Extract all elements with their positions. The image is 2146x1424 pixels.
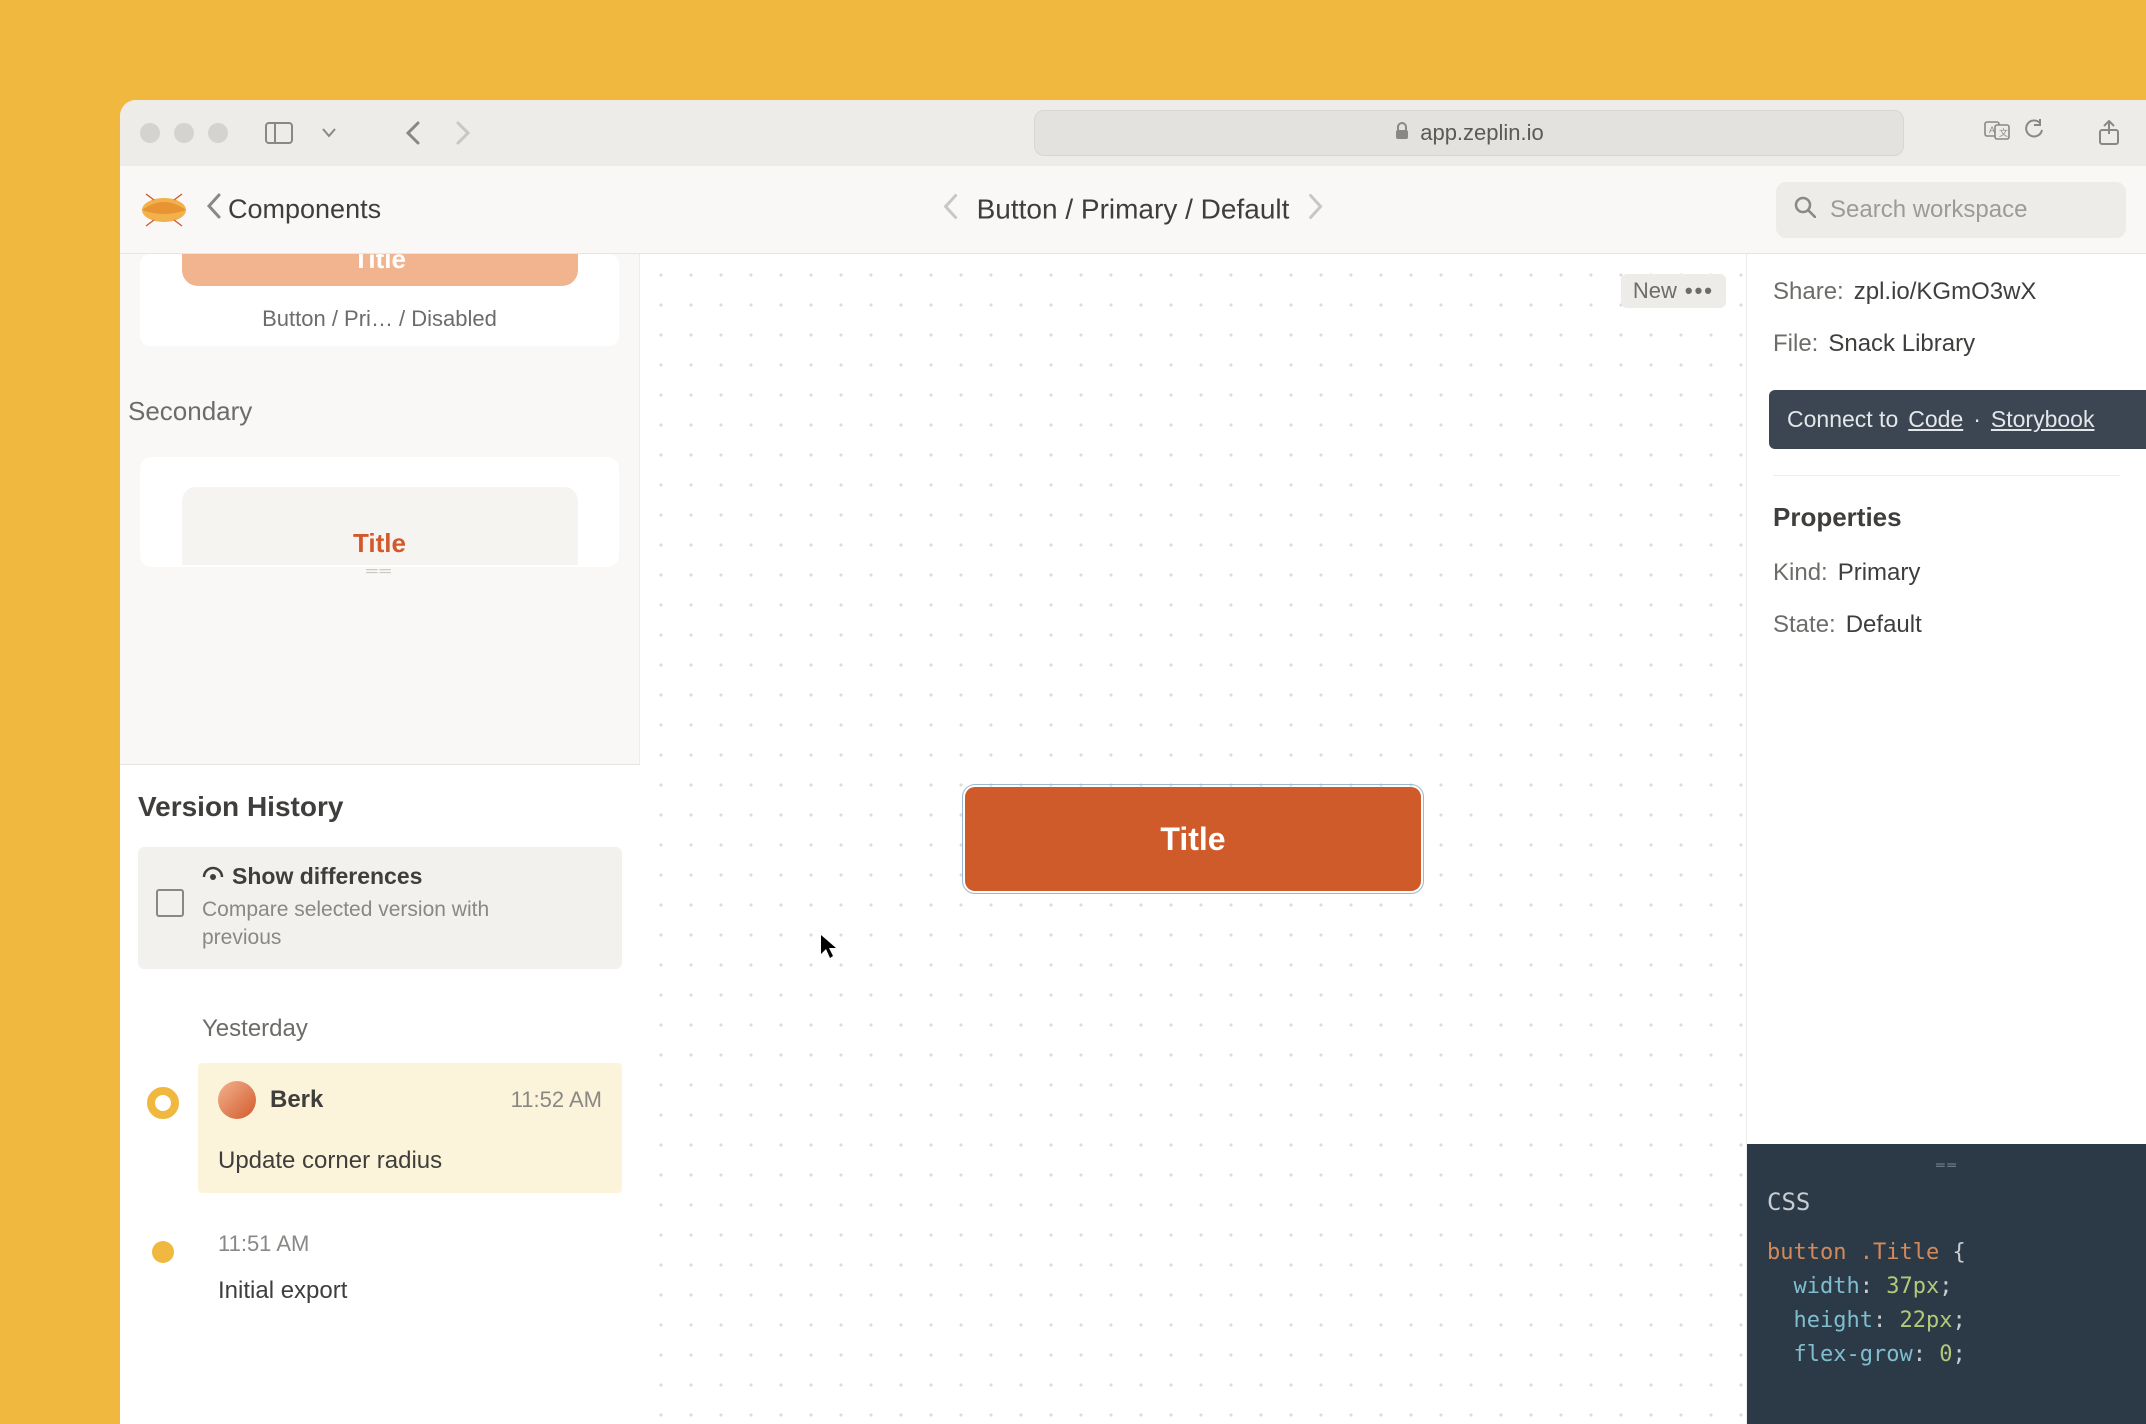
canvas-component-button[interactable]: Title [965, 787, 1421, 891]
svg-text:文: 文 [1999, 127, 2008, 138]
main-area: Title Button / Pri… / Disabled Secondary… [120, 254, 2146, 1424]
version-time: 11:51 AM [218, 1231, 602, 1257]
file-label: File: [1773, 330, 1818, 358]
connect-code-link[interactable]: Code [1908, 406, 1963, 433]
avatar [218, 1081, 256, 1119]
cursor-icon [820, 934, 838, 966]
lock-icon [1394, 122, 1410, 145]
connect-band[interactable]: Connect to Code · Storybook [1769, 390, 2146, 449]
kind-value: Primary [1838, 559, 1921, 587]
secondary-button-text: Title [353, 528, 406, 559]
breadcrumb-next-icon[interactable] [1307, 193, 1323, 226]
share-icon[interactable] [2092, 116, 2126, 150]
code-prop: height [1794, 1308, 1873, 1333]
traffic-lights [140, 123, 228, 143]
drag-handle-icon[interactable]: ══ [120, 567, 639, 577]
new-chip[interactable]: New ••• [1621, 274, 1726, 308]
search-icon [1794, 196, 1816, 224]
connect-separator: · [1973, 406, 1981, 433]
component-thumb-secondary[interactable]: Title [140, 457, 619, 567]
version-message: Update corner radius [218, 1147, 602, 1175]
component-thumb-caption: Button / Pri… / Disabled [140, 306, 619, 332]
kind-label: Kind: [1773, 559, 1828, 587]
section-label-secondary: Secondary [128, 396, 639, 427]
new-chip-label: New [1633, 278, 1677, 304]
share-link[interactable]: zpl.io/KGmO3wX [1854, 278, 2037, 306]
chevron-left-icon[interactable] [206, 193, 222, 227]
code-prop: width [1794, 1274, 1860, 1299]
version-item[interactable]: 11:51 AM Initial export [198, 1213, 622, 1323]
code-lang-label: CSS [1767, 1188, 2128, 1216]
divider [1773, 475, 2120, 476]
reload-icon[interactable] [2024, 119, 2044, 147]
version-item[interactable]: Berk 11:52 AM Update corner radius [198, 1063, 622, 1193]
code-val: 0 [1939, 1342, 1952, 1367]
nav-forward-button[interactable] [446, 116, 480, 150]
address-host: app.zeplin.io [1420, 120, 1544, 146]
maximize-window-button[interactable] [208, 123, 228, 143]
breadcrumb: Button / Primary / Default [943, 193, 1324, 226]
timeline-dot-icon [147, 1087, 179, 1119]
show-differences-toggle[interactable]: Show differences Compare selected versio… [138, 847, 622, 969]
minimize-window-button[interactable] [174, 123, 194, 143]
svg-text:A: A [1989, 125, 1995, 135]
app-header: Components Button / Primary / Default Se… [120, 166, 2146, 254]
share-label: Share: [1773, 278, 1844, 306]
canvas-component-text: Title [1160, 821, 1225, 858]
version-history-title: Version History [138, 791, 622, 823]
more-icon[interactable]: ••• [1685, 278, 1714, 304]
version-history-panel: Version History Show differences Compare… [120, 764, 640, 1424]
search-input[interactable]: Search workspace [1776, 182, 2126, 238]
search-placeholder: Search workspace [1830, 196, 2027, 224]
version-author: Berk [270, 1086, 323, 1114]
code-prop: flex-grow [1794, 1342, 1913, 1367]
connect-storybook-link[interactable]: Storybook [1991, 406, 2095, 433]
sidebar-toggle-icon[interactable] [262, 116, 296, 150]
state-value: Default [1846, 611, 1922, 639]
component-thumb-disabled[interactable]: Title Button / Pri… / Disabled [140, 254, 619, 346]
properties-title: Properties [1773, 502, 2120, 533]
secondary-button-preview: Title [182, 487, 578, 565]
state-label: State: [1773, 611, 1836, 639]
breadcrumb-prev-icon[interactable] [943, 193, 959, 226]
code-selector: button .Title [1767, 1240, 1939, 1265]
checkbox[interactable] [156, 889, 184, 917]
connect-prefix: Connect to [1787, 406, 1898, 433]
code-val: 22px [1899, 1308, 1952, 1333]
file-value: Snack Library [1828, 330, 1975, 358]
component-thumb-button: Title [182, 254, 578, 286]
close-window-button[interactable] [140, 123, 160, 143]
translate-icon[interactable]: A文 [1984, 119, 2010, 147]
version-message: Initial export [218, 1277, 602, 1305]
show-differences-subtitle: Compare selected version with previous [202, 896, 522, 953]
zeplin-logo-icon[interactable] [140, 192, 188, 228]
inspector-panel: Share: zpl.io/KGmO3wX File: Snack Librar… [1746, 254, 2146, 1424]
nav-back-button[interactable] [396, 116, 430, 150]
canvas[interactable]: New ••• Title [640, 254, 1746, 1424]
page-title: Button / Primary / Default [977, 194, 1290, 226]
diff-icon [202, 866, 224, 888]
code-val: 37px [1886, 1274, 1939, 1299]
dropdown-chevron-icon[interactable] [312, 116, 346, 150]
address-bar[interactable]: app.zeplin.io A文 [1034, 110, 1904, 156]
breadcrumb-back-label[interactable]: Components [228, 194, 381, 225]
timeline-dot-icon [152, 1241, 174, 1263]
browser-chrome: app.zeplin.io A文 [120, 100, 2146, 166]
component-sidebar: Title Button / Pri… / Disabled Secondary… [120, 254, 640, 1424]
code-panel: ══ CSS button .Title { width: 37px; heig… [1747, 1144, 2146, 1424]
app-window: app.zeplin.io A文 Components [120, 100, 2146, 1424]
drag-handle-icon[interactable]: ══ [1767, 1158, 2128, 1172]
version-group-label: Yesterday [202, 1015, 622, 1043]
component-thumb-text: Title [353, 254, 406, 275]
version-time: 11:52 AM [511, 1087, 602, 1113]
show-differences-label: Show differences [232, 863, 422, 890]
